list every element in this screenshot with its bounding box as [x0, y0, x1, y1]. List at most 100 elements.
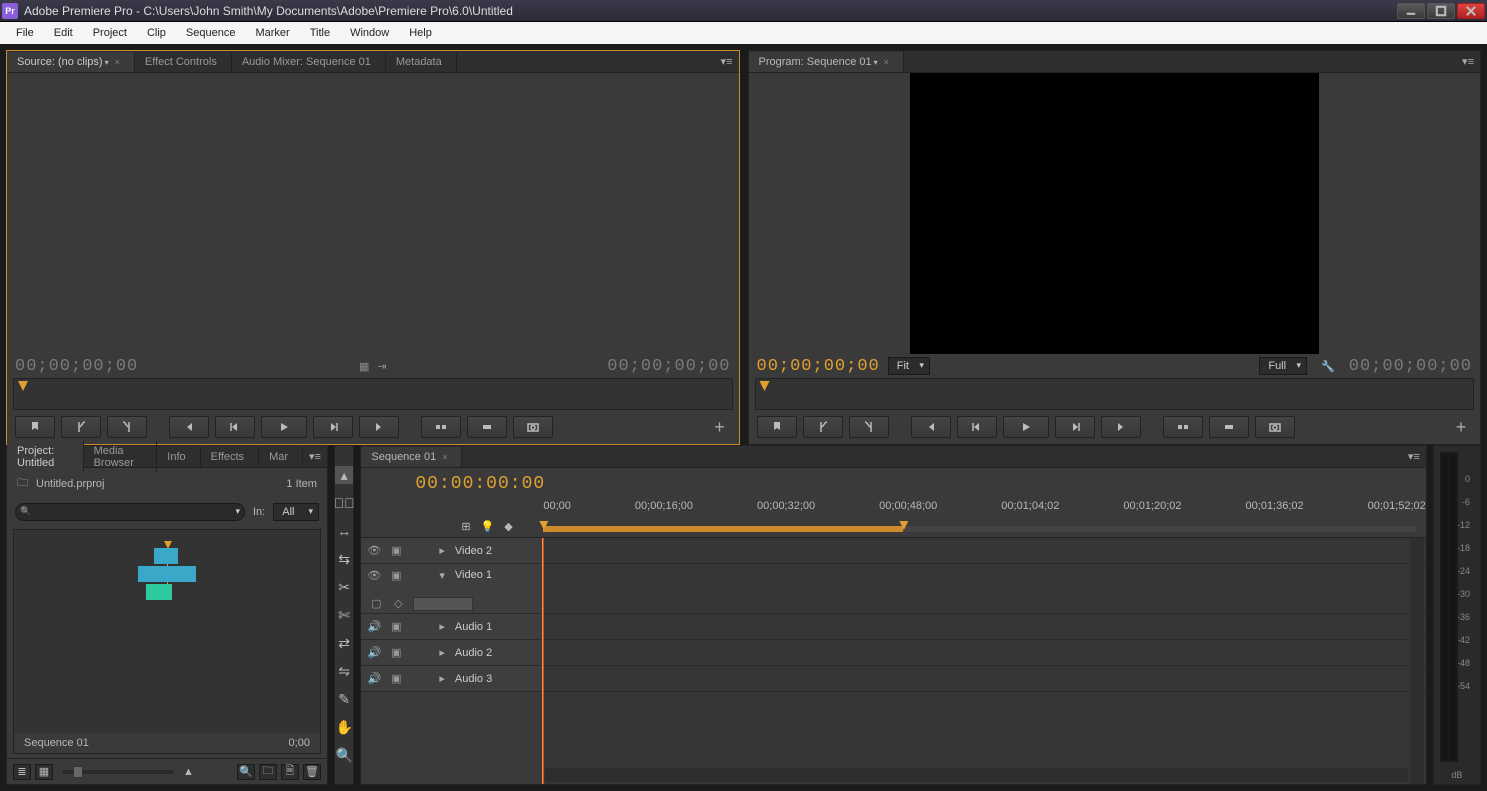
zoom-tool[interactable]: 🔍: [335, 746, 353, 764]
frame-icon[interactable]: ▢: [369, 597, 383, 611]
source-tab-3[interactable]: Metadata: [386, 52, 457, 72]
sequence-name[interactable]: Sequence 01: [24, 737, 89, 749]
opacity-slider[interactable]: [413, 597, 473, 611]
track-head-audio-1[interactable]: 🔊▣▸Audio 1: [361, 614, 542, 640]
project-tab-2[interactable]: Info: [157, 447, 200, 467]
list-view-button[interactable]: ≣: [13, 764, 31, 780]
ripple-tool[interactable]: ↔: [335, 522, 353, 540]
track-label[interactable]: Video 2: [455, 545, 492, 557]
menu-help[interactable]: Help: [399, 24, 442, 42]
find-button[interactable]: 🔍: [237, 764, 255, 780]
export-frame-button[interactable]: [1255, 416, 1295, 438]
mark-out-button[interactable]: [107, 416, 147, 438]
playhead-icon[interactable]: [760, 381, 770, 391]
slide-tool[interactable]: ⇋: [335, 662, 353, 680]
timeline-tab[interactable]: Sequence 01×: [361, 447, 462, 467]
go-out-button[interactable]: [1101, 416, 1141, 438]
timeline-canvas[interactable]: [543, 538, 1425, 784]
program-scrubber[interactable]: [755, 378, 1475, 410]
lock-icon[interactable]: ▣: [389, 646, 403, 659]
source-tc-out[interactable]: 00;00;00;00: [607, 357, 730, 376]
marker-icon[interactable]: ◆: [504, 520, 512, 533]
track-label[interactable]: Audio 2: [455, 647, 492, 659]
panel-menu-icon[interactable]: ▾≡: [303, 450, 327, 463]
still-icon[interactable]: ▦: [359, 360, 369, 373]
toggle-icon[interactable]: 🔊: [367, 620, 381, 633]
program-tab[interactable]: Program: Sequence 01▾×: [749, 52, 904, 72]
menu-sequence[interactable]: Sequence: [176, 24, 246, 42]
menu-clip[interactable]: Clip: [137, 24, 176, 42]
source-tc-in[interactable]: 00;00;00;00: [15, 357, 138, 376]
close-button[interactable]: [1457, 3, 1485, 19]
add-button[interactable]: +: [709, 416, 731, 438]
icon-view-button[interactable]: ▦: [35, 764, 53, 780]
source-tab-0[interactable]: Source: (no clips)▾×: [7, 52, 135, 72]
playhead-icon[interactable]: [18, 381, 28, 391]
menu-marker[interactable]: Marker: [245, 24, 299, 42]
panel-menu-icon[interactable]: ▾≡: [715, 55, 739, 68]
marker-button[interactable]: [757, 416, 797, 438]
step-fwd-button[interactable]: [1055, 416, 1095, 438]
menu-window[interactable]: Window: [340, 24, 399, 42]
rolling-tool[interactable]: ⇆: [335, 550, 353, 568]
source-scrubber[interactable]: [13, 378, 733, 410]
extract-button[interactable]: [1209, 416, 1249, 438]
timeline-scrollbar-h[interactable]: [545, 768, 1407, 782]
insert-icon[interactable]: ⇥: [377, 360, 386, 373]
pen-tool[interactable]: ✎: [335, 690, 353, 708]
toggle-icon[interactable]: 👁: [367, 544, 381, 557]
menu-file[interactable]: File: [6, 24, 44, 42]
track-select-tool[interactable]: �⃞: [335, 494, 353, 512]
lock-icon[interactable]: ▣: [389, 569, 403, 582]
quality-select[interactable]: Full: [1259, 357, 1307, 375]
project-tab-4[interactable]: Mar: [259, 447, 303, 467]
work-area-bar[interactable]: [543, 526, 1415, 532]
thumb-size-slider[interactable]: [63, 770, 173, 774]
sequence-thumbnail[interactable]: [132, 548, 202, 618]
track-head-audio-3[interactable]: 🔊 ▣ ▸ Audio 3: [361, 666, 542, 692]
add-button[interactable]: +: [1450, 416, 1472, 438]
program-viewer[interactable]: [749, 73, 1481, 354]
close-icon[interactable]: ×: [442, 452, 447, 462]
project-tab-3[interactable]: Effects: [201, 447, 259, 467]
selection-tool[interactable]: ▴: [335, 466, 353, 484]
go-out-button[interactable]: [359, 416, 399, 438]
panel-menu-icon[interactable]: ▾≡: [1402, 450, 1426, 463]
track-head-audio-2[interactable]: 🔊▣▸Audio 2: [361, 640, 542, 666]
sort-icon[interactable]: ▲: [183, 766, 194, 778]
timeline-scrollbar-v[interactable]: [1410, 538, 1424, 784]
new-bin-button[interactable]: 🗀: [259, 764, 277, 780]
expand-icon[interactable]: ▸: [439, 544, 445, 557]
lock-icon[interactable]: ▣: [389, 544, 403, 557]
overwrite-button[interactable]: [467, 416, 507, 438]
expand-icon[interactable]: ▸: [439, 620, 445, 633]
zoom-select[interactable]: Fit: [888, 357, 930, 375]
track-head-video-2[interactable]: 👁 ▣ ▸ Video 2: [361, 538, 542, 564]
program-tc-out[interactable]: 00;00;00;00: [1349, 357, 1472, 376]
expand-icon[interactable]: ▸: [439, 672, 445, 685]
play-button[interactable]: [1003, 416, 1049, 438]
rate-tool[interactable]: ✂: [335, 578, 353, 596]
mark-in-button[interactable]: [61, 416, 101, 438]
new-item-button[interactable]: 🗎: [281, 764, 299, 780]
expand-icon[interactable]: ▸: [439, 646, 445, 659]
track-label[interactable]: Audio 3: [455, 673, 492, 685]
marker-button[interactable]: [15, 416, 55, 438]
toggle-icon[interactable]: 🔊: [367, 672, 381, 685]
snap-icon[interactable]: ⊞: [461, 520, 470, 533]
lock-icon[interactable]: ▣: [389, 672, 403, 685]
slip-tool[interactable]: ⇄: [335, 634, 353, 652]
go-in-button[interactable]: [911, 416, 951, 438]
step-back-button[interactable]: [957, 416, 997, 438]
chevron-down-icon[interactable]: ▾: [105, 58, 109, 67]
lock-icon[interactable]: ▣: [389, 620, 403, 633]
expand-icon[interactable]: ▾: [439, 569, 445, 582]
lift-button[interactable]: [1163, 416, 1203, 438]
step-back-button[interactable]: [215, 416, 255, 438]
export-frame-button[interactable]: [513, 416, 553, 438]
panel-menu-icon[interactable]: ▾≡: [1456, 55, 1480, 68]
insert-button[interactable]: [421, 416, 461, 438]
source-tab-2[interactable]: Audio Mixer: Sequence 01: [232, 52, 386, 72]
project-tab-1[interactable]: Media Browser: [84, 441, 158, 473]
go-in-button[interactable]: [169, 416, 209, 438]
